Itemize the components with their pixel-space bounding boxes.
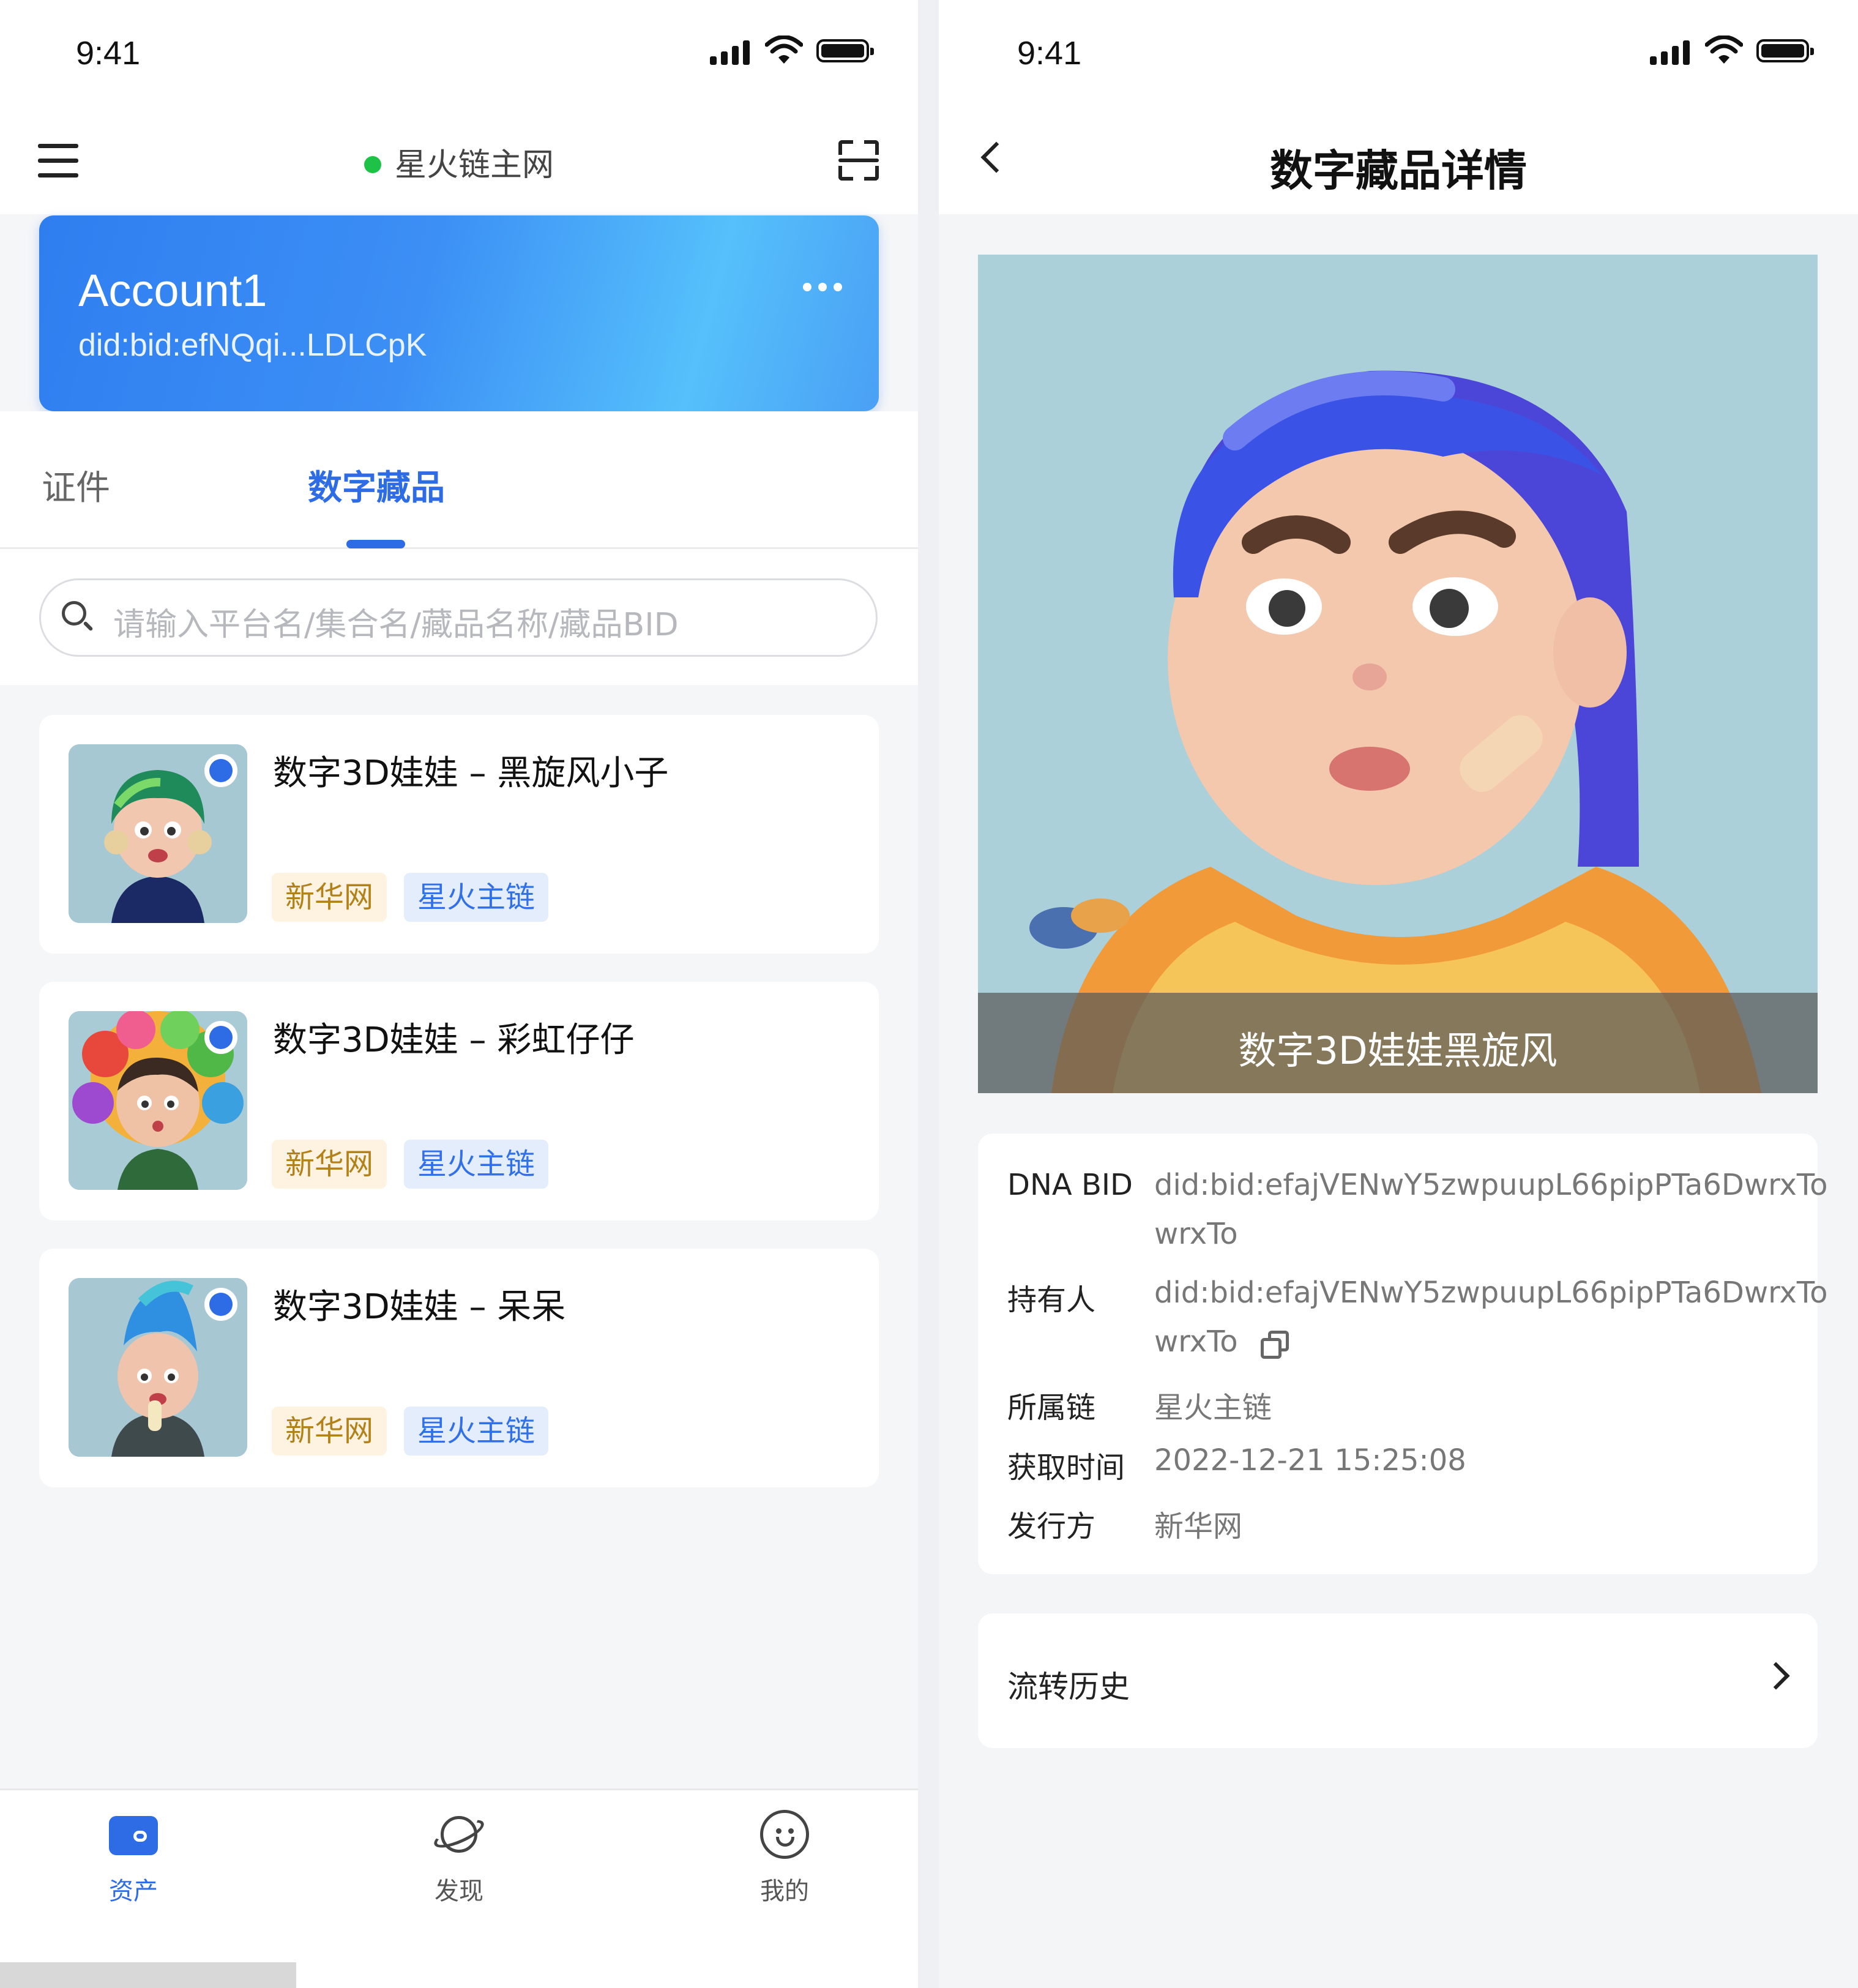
collectible-title: 数字3D娃娃 – 呆呆 — [273, 1287, 566, 1327]
acquired-time-value: 2022-12-21 15:25:08 — [1154, 1443, 1466, 1478]
dna-bid-value-cont: wrxTo — [1154, 1217, 1238, 1251]
search-placeholder: 请输入平台名/集合名/藏品名称/藏品BID — [113, 607, 679, 643]
tab-profile-label: 我的 — [760, 1877, 809, 1905]
collectible-list-item[interactable]: 数字3D娃娃 – 彩虹仔仔 新华网 星火主链 — [39, 982, 879, 1220]
screen-divider — [918, 0, 939, 1988]
issuer-label: 发行方 — [1007, 1509, 1096, 1544]
wifi-icon — [765, 36, 803, 64]
account-card[interactable]: Account1 did:bid:efNQqi...LDLCpK — [39, 215, 879, 411]
acquired-time-label: 获取时间 — [1007, 1451, 1125, 1485]
collectible-hero-image: 数字3D娃娃黑旋风 — [978, 255, 1818, 1093]
issuer-tag: 新华网 — [272, 873, 387, 922]
signal-icon — [710, 38, 750, 65]
owner-label: 持有人 — [1007, 1283, 1096, 1317]
chain-tag: 星火主链 — [404, 1140, 549, 1189]
detail-nav-bar: 数字藏品详情 — [939, 107, 1858, 214]
doll-avatar-thumbnail — [69, 1011, 247, 1190]
transfer-history-row[interactable]: 流转历史 — [978, 1613, 1818, 1748]
network-selector[interactable]: 星火链主网 — [0, 139, 918, 185]
tab-assets[interactable]: 资产 — [72, 1809, 195, 1907]
battery-icon — [1756, 39, 1814, 62]
status-time: 9:41 — [76, 35, 141, 72]
chain-tag: 星火主链 — [404, 1407, 549, 1455]
chain-badge-icon — [204, 754, 237, 787]
scan-icon[interactable] — [838, 140, 879, 181]
chevron-right-icon — [1762, 1662, 1790, 1690]
status-bar: 9:41 — [939, 0, 1858, 107]
chain-badge-icon — [204, 1288, 237, 1321]
active-tab-indicator — [346, 540, 405, 548]
battery-icon — [816, 39, 874, 62]
tab-discover[interactable]: 发现 — [398, 1809, 520, 1907]
page-title: 数字藏品详情 — [1270, 146, 1527, 196]
chain-value: 星火主链 — [1154, 1391, 1272, 1425]
issuer-tag: 新华网 — [272, 1407, 387, 1455]
status-time: 9:41 — [1017, 35, 1082, 72]
owner-value: did:bid:efajVENwY5zwpuupL66pipPTa6DwrxTo — [1154, 1276, 1828, 1310]
search-section: 请输入平台名/集合名/藏品名称/藏品BID — [0, 549, 918, 685]
home-indicator — [0, 1962, 296, 1988]
category-tabs: 证件 数字藏品 — [0, 411, 918, 549]
online-status-dot — [364, 156, 381, 173]
owner-value-cont: wrxTo — [1154, 1325, 1238, 1359]
image-caption: 数字3D娃娃黑旋风 — [1238, 1028, 1558, 1073]
wallet-assets-screen: 9:41 星火链主网 Account1 did:bid:efNQqi...LDL… — [0, 0, 918, 1988]
issuer-value: 新华网 — [1154, 1509, 1243, 1544]
account-name: Account1 — [78, 265, 267, 316]
doll-avatar-thumbnail — [69, 744, 247, 923]
top-nav: 星火链主网 — [0, 107, 918, 214]
tab-digital-collectibles[interactable]: 数字藏品 — [308, 460, 445, 510]
tab-profile[interactable]: 我的 — [723, 1809, 846, 1907]
planet-icon — [430, 1809, 488, 1860]
tab-discover-label: 发现 — [435, 1877, 483, 1905]
wallet-icon — [108, 1809, 159, 1860]
transfer-history-label: 流转历史 — [1007, 1669, 1130, 1705]
doll-portrait-image — [978, 255, 1818, 1093]
tab-certificates[interactable]: 证件 — [42, 460, 110, 510]
more-icon[interactable] — [803, 283, 842, 291]
dna-bid-value: did:bid:efajVENwY5zwpuupL66pipPTa6DwrxTo — [1154, 1168, 1828, 1202]
chain-label: 所属链 — [1007, 1391, 1096, 1425]
face-icon — [759, 1809, 810, 1860]
collectible-detail-screen: 9:41 数字藏品详情 数字3D娃娃黑旋风 DNA BID did:bid:ef… — [939, 0, 1858, 1988]
chain-tag: 星火主链 — [404, 873, 549, 922]
doll-avatar-thumbnail — [69, 1278, 247, 1457]
collectible-list-item[interactable]: 数字3D娃娃 – 呆呆 新华网 星火主链 — [39, 1249, 879, 1487]
dna-bid-label: DNA BID — [1007, 1168, 1133, 1202]
collectible-title: 数字3D娃娃 – 彩虹仔仔 — [273, 1020, 635, 1060]
image-caption-bar: 数字3D娃娃黑旋风 — [978, 993, 1818, 1093]
network-label: 星火链主网 — [394, 147, 554, 184]
chain-badge-icon — [204, 1021, 237, 1054]
collectible-info-card: DNA BID did:bid:efajVENwY5zwpuupL66pipPT… — [978, 1134, 1827, 1574]
account-did: did:bid:efNQqi...LDLCpK — [78, 327, 427, 363]
status-bar: 9:41 — [0, 0, 918, 107]
copy-icon[interactable] — [1261, 1331, 1290, 1360]
search-icon — [62, 601, 94, 632]
bottom-tab-bar: 资产 发现 我的 — [0, 1788, 918, 1988]
search-input[interactable]: 请输入平台名/集合名/藏品名称/藏品BID — [39, 578, 878, 657]
issuer-tag: 新华网 — [272, 1140, 387, 1189]
signal-icon — [1650, 38, 1690, 65]
wifi-icon — [1705, 36, 1743, 64]
tab-assets-label: 资产 — [109, 1877, 158, 1905]
collectible-title: 数字3D娃娃 – 黑旋风小子 — [273, 753, 669, 793]
collectible-list-item[interactable]: 数字3D娃娃 – 黑旋风小子 新华网 星火主链 — [39, 715, 879, 954]
